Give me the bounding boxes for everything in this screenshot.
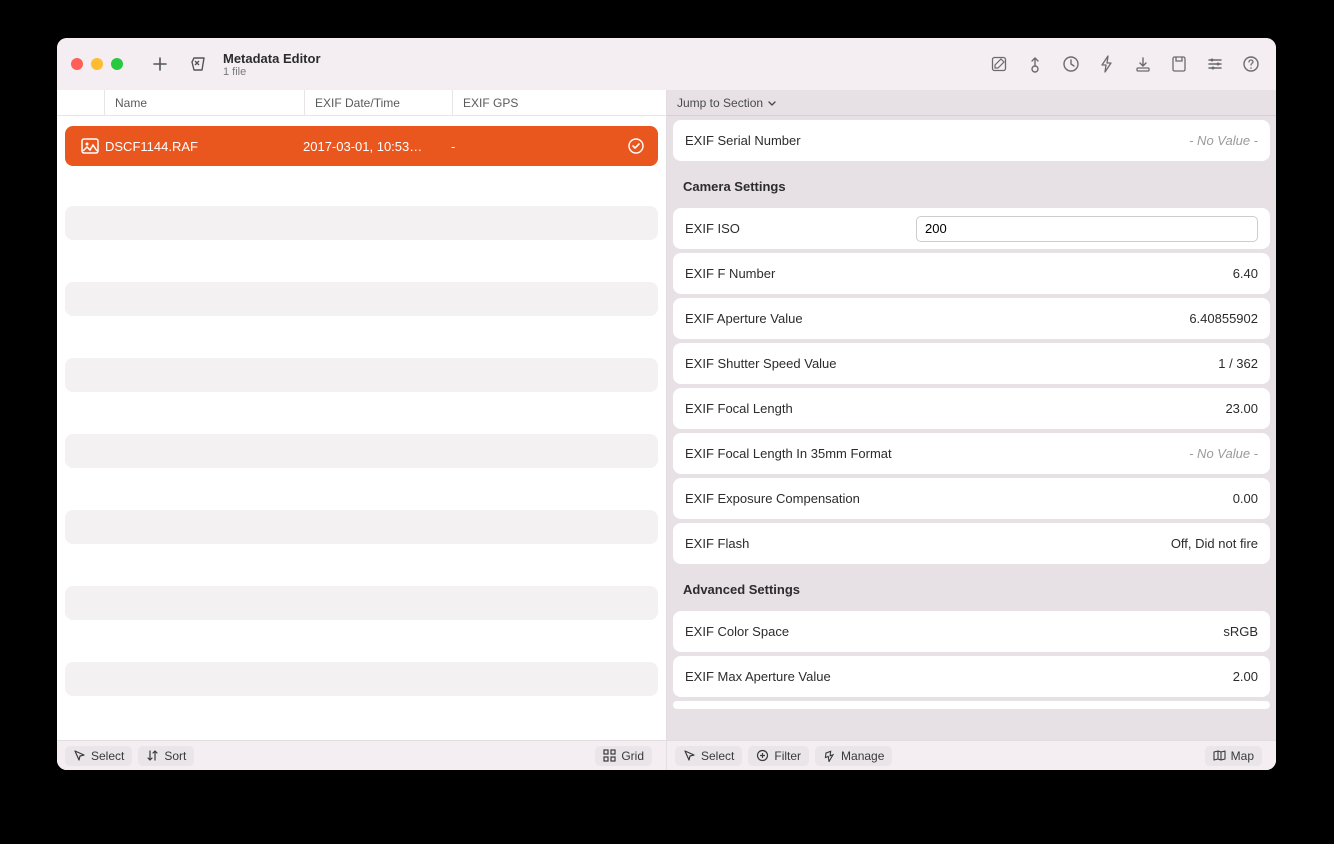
map-button[interactable]: Map — [1205, 746, 1262, 766]
manage-button[interactable]: Manage — [815, 746, 892, 766]
file-name: DSCF1144.RAF — [105, 139, 303, 154]
sort-label: Sort — [164, 749, 186, 763]
detail-value: 0.00 — [1233, 491, 1258, 506]
export-icon[interactable] — [1024, 53, 1046, 75]
empty-row — [65, 358, 658, 392]
detail-value: Off, Did not fire — [1171, 536, 1258, 551]
detail-value: 6.40855902 — [1189, 311, 1258, 326]
filter-button[interactable]: Filter — [748, 746, 809, 766]
empty-row — [65, 434, 658, 468]
no-value: - No Value - — [1189, 133, 1258, 148]
close-window-button[interactable] — [71, 58, 83, 70]
window-subtitle: 1 file — [223, 66, 321, 78]
detail-label: EXIF Max Aperture Value — [685, 669, 831, 684]
detail-partial — [673, 701, 1270, 709]
iso-input[interactable] — [916, 216, 1258, 242]
column-date[interactable]: EXIF Date/Time — [305, 90, 453, 115]
remove-button[interactable] — [187, 53, 209, 75]
detail-value: 23.00 — [1225, 401, 1258, 416]
left-footer: Select Sort Grid — [57, 740, 666, 770]
flash-icon[interactable] — [1096, 53, 1118, 75]
detail-maxaperture[interactable]: EXIF Max Aperture Value 2.00 — [673, 656, 1270, 697]
main-body: Name EXIF Date/Time EXIF GPS DSCF1144.RA… — [57, 90, 1276, 770]
detail-label: EXIF Shutter Speed Value — [685, 356, 837, 371]
detail-label: EXIF Color Space — [685, 624, 789, 639]
detail-focal[interactable]: EXIF Focal Length 23.00 — [673, 388, 1270, 429]
file-row-selected[interactable]: DSCF1144.RAF 2017-03-01, 10:53… - — [65, 126, 658, 166]
select-button[interactable]: Select — [675, 746, 742, 766]
column-name[interactable]: Name — [105, 90, 305, 115]
jump-label: Jump to Section — [677, 96, 763, 110]
detail-value: 1 / 362 — [1218, 356, 1258, 371]
grid-label: Grid — [621, 749, 644, 763]
save-icon[interactable] — [1168, 53, 1190, 75]
detail-value: 2.00 — [1233, 669, 1258, 684]
detail-colorspace[interactable]: EXIF Color Space sRGB — [673, 611, 1270, 652]
section-camera-settings: Camera Settings — [673, 165, 1270, 204]
empty-row — [65, 206, 658, 240]
filter-label: Filter — [774, 749, 801, 763]
check-icon — [624, 138, 648, 154]
empty-row — [65, 662, 658, 696]
column-headers: Name EXIF Date/Time EXIF GPS — [57, 90, 666, 116]
empty-row — [65, 586, 658, 620]
detail-label: EXIF Serial Number — [685, 133, 801, 148]
file-list-pane: Name EXIF Date/Time EXIF GPS DSCF1144.RA… — [57, 90, 667, 770]
detail-label: EXIF Focal Length — [685, 401, 793, 416]
file-date: 2017-03-01, 10:53… — [303, 139, 451, 154]
detail-serial[interactable]: EXIF Serial Number - No Value - — [673, 120, 1270, 161]
detail-label: EXIF Aperture Value — [685, 311, 803, 326]
add-button[interactable] — [149, 53, 171, 75]
zoom-window-button[interactable] — [111, 58, 123, 70]
help-icon[interactable] — [1240, 53, 1262, 75]
empty-row — [65, 282, 658, 316]
detail-focal35[interactable]: EXIF Focal Length In 35mm Format - No Va… — [673, 433, 1270, 474]
download-icon[interactable] — [1132, 53, 1154, 75]
detail-aperture[interactable]: EXIF Aperture Value 6.40855902 — [673, 298, 1270, 339]
detail-shutter[interactable]: EXIF Shutter Speed Value 1 / 362 — [673, 343, 1270, 384]
chevron-down-icon — [767, 98, 777, 108]
traffic-lights — [71, 58, 123, 70]
manage-label: Manage — [841, 749, 884, 763]
select-button[interactable]: Select — [65, 746, 132, 766]
sort-button[interactable]: Sort — [138, 746, 194, 766]
detail-label: EXIF Exposure Compensation — [685, 491, 860, 506]
file-list: DSCF1144.RAF 2017-03-01, 10:53… - — [57, 116, 666, 740]
select-label: Select — [701, 749, 734, 763]
map-label: Map — [1231, 749, 1254, 763]
history-icon[interactable] — [1060, 53, 1082, 75]
edit-icon[interactable] — [988, 53, 1010, 75]
detail-value: sRGB — [1223, 624, 1258, 639]
select-label: Select — [91, 749, 124, 763]
column-gps[interactable]: EXIF GPS — [453, 90, 666, 115]
detail-label: EXIF F Number — [685, 266, 775, 281]
detail-expcomp[interactable]: EXIF Exposure Compensation 0.00 — [673, 478, 1270, 519]
detail-scroll[interactable]: EXIF Serial Number - No Value - Camera S… — [667, 116, 1276, 740]
detail-fnumber[interactable]: EXIF F Number 6.40 — [673, 253, 1270, 294]
section-advanced-settings: Advanced Settings — [673, 568, 1270, 607]
detail-label: EXIF ISO — [685, 221, 740, 236]
empty-row — [65, 510, 658, 544]
app-window: Metadata Editor 1 file — [57, 38, 1276, 770]
detail-label: EXIF Focal Length In 35mm Format — [685, 446, 892, 461]
settings-icon[interactable] — [1204, 53, 1226, 75]
grid-button[interactable]: Grid — [595, 746, 652, 766]
right-footer: Select Filter Manage Map — [667, 740, 1276, 770]
no-value: - No Value - — [1189, 446, 1258, 461]
window-title: Metadata Editor — [223, 51, 321, 66]
detail-iso[interactable]: EXIF ISO — [673, 208, 1270, 249]
detail-pane: Jump to Section EXIF Serial Number - No … — [667, 90, 1276, 770]
detail-label: EXIF Flash — [685, 536, 749, 551]
file-gps: - — [451, 139, 624, 154]
image-icon — [75, 138, 105, 154]
detail-flash[interactable]: EXIF Flash Off, Did not fire — [673, 523, 1270, 564]
titlebar: Metadata Editor 1 file — [57, 38, 1276, 90]
minimize-window-button[interactable] — [91, 58, 103, 70]
jump-to-section-button[interactable]: Jump to Section — [667, 90, 1276, 116]
detail-value: 6.40 — [1233, 266, 1258, 281]
